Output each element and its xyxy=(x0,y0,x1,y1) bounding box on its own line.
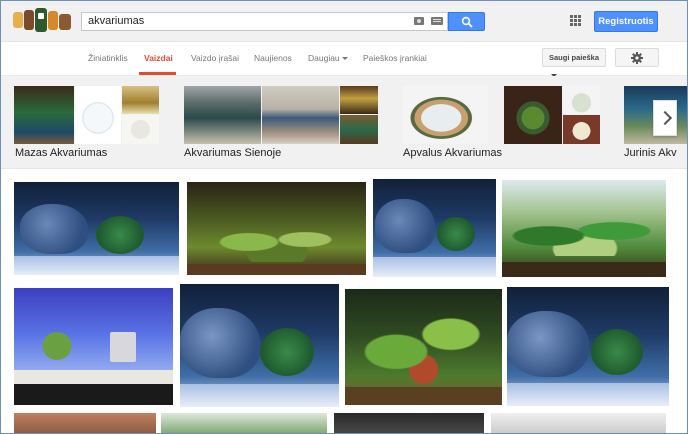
related-thumbnail xyxy=(504,86,562,144)
tab-news[interactable]: Naujienos xyxy=(254,53,292,63)
image-result[interactable] xyxy=(14,413,156,433)
related-thumbnail xyxy=(563,115,600,144)
top-bar: akvariumas Registruotis xyxy=(1,1,687,42)
image-result[interactable] xyxy=(180,284,339,407)
image-result[interactable] xyxy=(14,288,173,405)
image-result[interactable] xyxy=(507,287,669,406)
chevron-right-icon[interactable] xyxy=(653,100,677,136)
camera-icon[interactable] xyxy=(414,17,424,25)
related-thumbnail xyxy=(14,86,74,144)
related-searches-strip: Mazas Akvariumas Akvariumas Sienoje Apva… xyxy=(1,76,687,169)
tab-search-tools[interactable]: Paieškos įrankiai xyxy=(363,53,427,63)
apps-grid-icon[interactable] xyxy=(570,15,581,26)
search-button[interactable] xyxy=(448,12,485,31)
search-box: akvariumas xyxy=(81,12,448,31)
related-thumbnail xyxy=(340,86,378,114)
image-result[interactable] xyxy=(502,180,666,277)
tab-web[interactable]: Žiniatinklis xyxy=(88,53,128,63)
related-label: Jurinis Akv xyxy=(624,147,677,159)
image-result[interactable] xyxy=(334,413,484,433)
tab-more[interactable]: Daugiau xyxy=(308,53,348,63)
tab-videos[interactable]: Vaizdo įrašai xyxy=(191,53,239,63)
related-label: Apvalus Akvariumas xyxy=(403,147,503,159)
safe-search-dropdown[interactable]: Saugi paieška xyxy=(542,48,606,77)
gear-icon xyxy=(631,52,643,64)
settings-button[interactable] xyxy=(615,48,659,67)
related-thumbnail xyxy=(262,86,339,144)
search-input[interactable]: akvariumas xyxy=(88,15,144,27)
related-label: Mazas Akvariumas xyxy=(15,147,108,159)
tab-more-label: Daugiau xyxy=(308,53,340,63)
tab-images[interactable]: Vaizdai xyxy=(144,53,173,63)
image-result[interactable] xyxy=(161,413,327,433)
search-icon xyxy=(461,16,473,28)
caret-down-icon xyxy=(341,57,348,61)
image-result[interactable] xyxy=(187,182,366,275)
image-result[interactable] xyxy=(491,413,666,433)
related-thumbnail xyxy=(122,115,159,144)
safe-search-label: Saugi paieška xyxy=(549,53,600,62)
related-thumbnail xyxy=(340,115,378,144)
related-thumbnail xyxy=(403,86,488,144)
keyboard-icon[interactable] xyxy=(431,17,443,25)
search-nav: Žiniatinklis Vaizdai Vaizdo įrašai Nauji… xyxy=(1,42,687,77)
browser-viewport: akvariumas Registruotis Žiniatinklis Vai… xyxy=(0,0,688,434)
related-thumbnail xyxy=(184,86,261,144)
image-result[interactable] xyxy=(14,182,179,275)
related-thumbnail xyxy=(75,86,121,144)
image-result[interactable] xyxy=(345,289,502,405)
active-tab-indicator xyxy=(139,72,176,75)
image-result[interactable] xyxy=(373,179,496,277)
register-button[interactable]: Registruotis xyxy=(594,11,658,32)
google-doodle-logo[interactable] xyxy=(13,8,71,32)
related-thumbnail xyxy=(122,86,159,114)
related-label: Akvariumas Sienoje xyxy=(184,147,282,159)
related-thumbnail xyxy=(563,86,600,114)
